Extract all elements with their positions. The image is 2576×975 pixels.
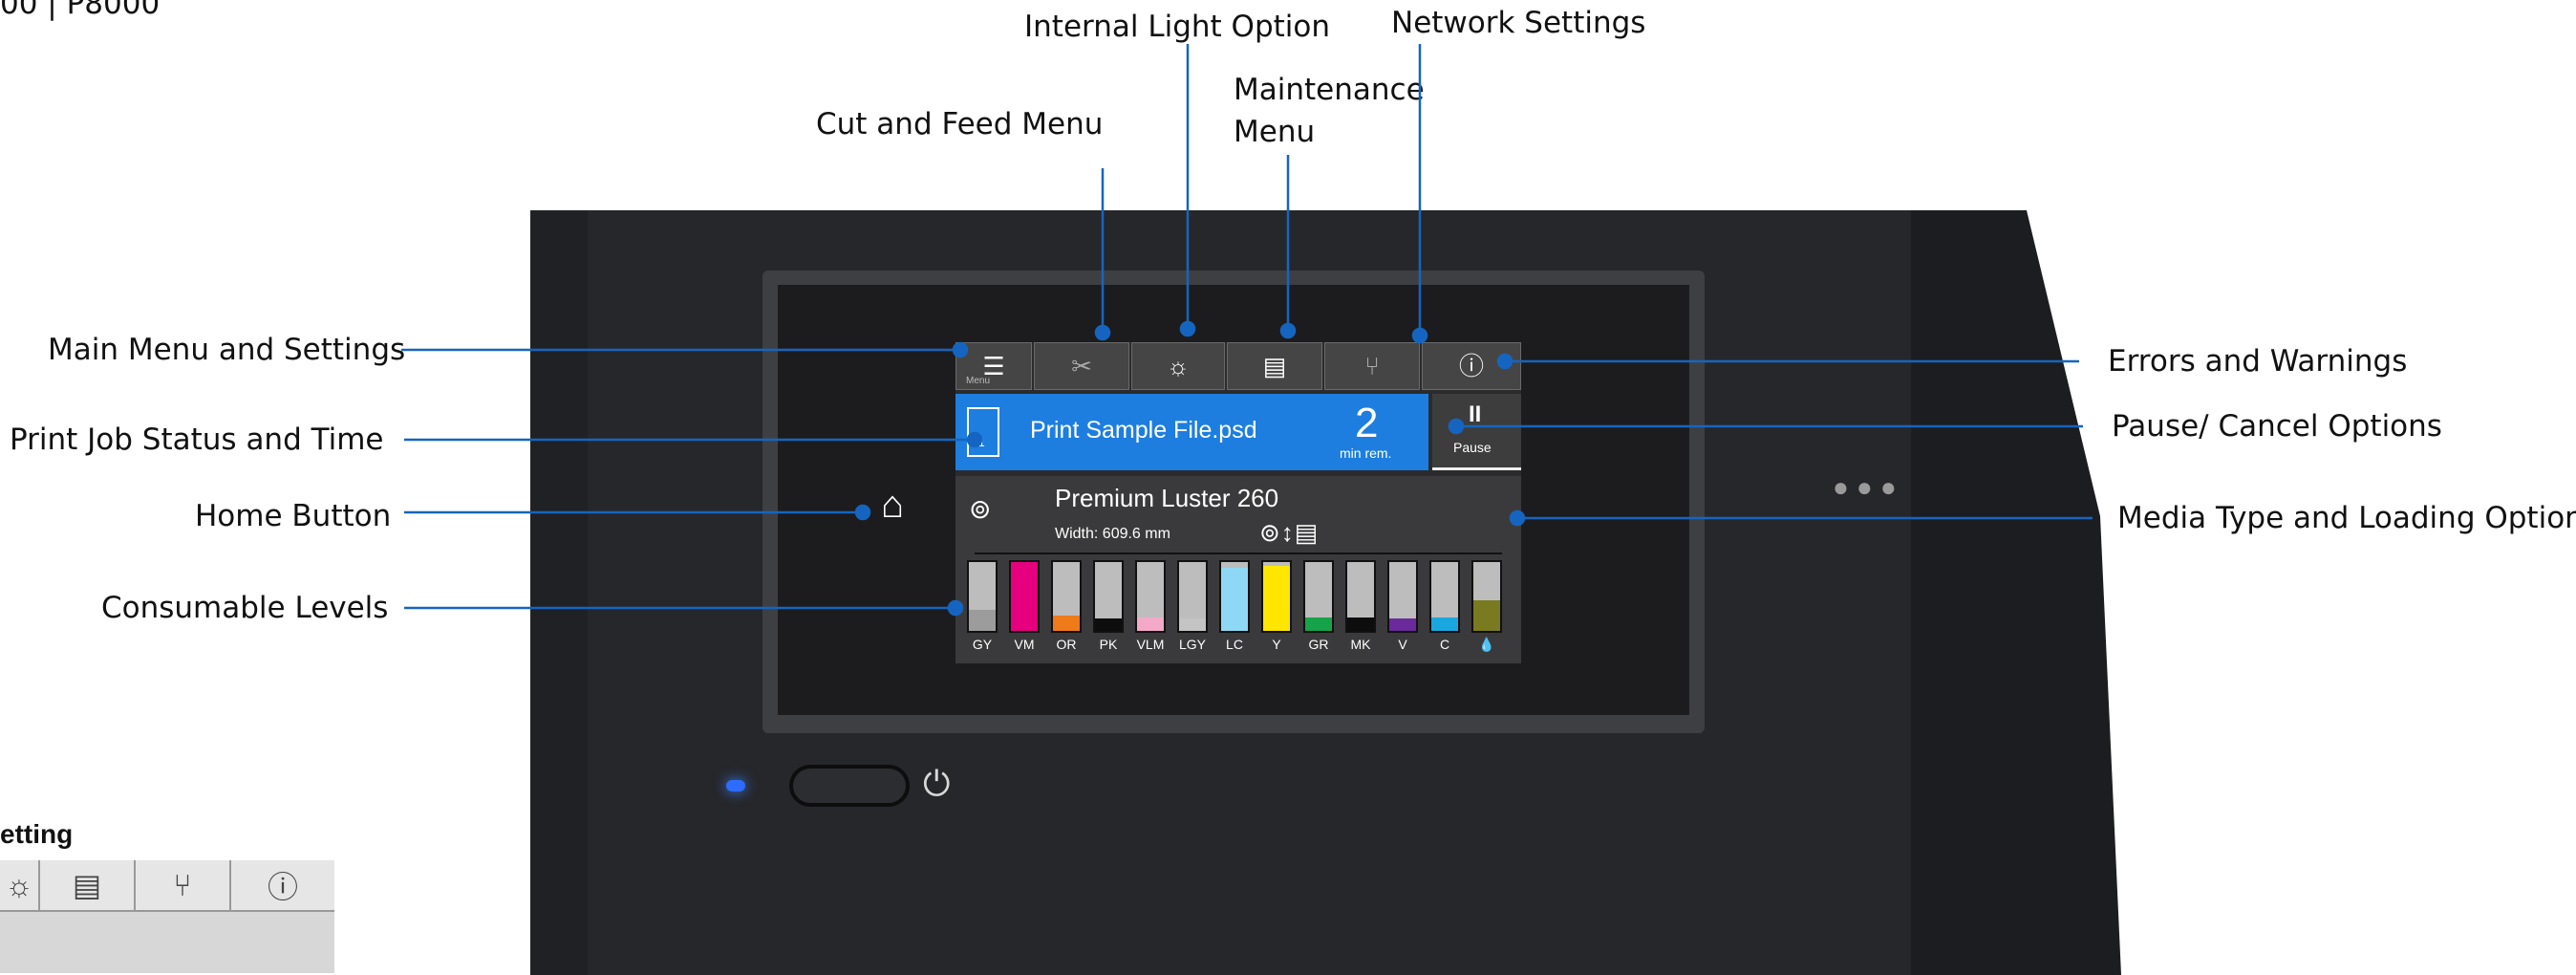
media-width: Width: 609.6 mm — [1055, 526, 1170, 542]
ink-fill — [969, 610, 996, 631]
ink-tube — [1261, 560, 1292, 633]
speaker-dots: ●●● — [1833, 472, 1904, 502]
mini-toolbar: ☼ ▤ ⑂ ⓘ — [0, 860, 334, 912]
label-pause: Pause/ Cancel Options — [2112, 409, 2442, 444]
ink-fill — [1179, 618, 1206, 631]
label-maintenance-line1: Maintenance — [1234, 73, 1425, 107]
touch-screen: ☰ Menu ✂ ☼ ▤ ⑂ ⓘ 1 Print Sample File.psd… — [955, 342, 1521, 663]
mini-info-icon: ⓘ — [229, 860, 334, 910]
ink-label: Y — [1272, 637, 1281, 652]
ink-fill — [1053, 616, 1080, 631]
ink-tube — [1009, 560, 1040, 633]
job-file-name: Print Sample File.psd — [1030, 417, 1257, 444]
ink-fill — [1011, 562, 1038, 631]
ink-levels[interactable]: GY VM OR PK VLM LGY LC Y GR MK V C 💧 — [965, 560, 1515, 660]
home-icon[interactable]: ⌂ — [881, 486, 904, 524]
ink-label: 💧 — [1478, 637, 1495, 652]
corner-text: 00 | P8000 — [0, 0, 161, 21]
ink-label: LC — [1226, 637, 1243, 652]
print-job-status[interactable]: 1 Print Sample File.psd 2 min rem. — [955, 394, 1428, 470]
ink-fill — [1137, 617, 1164, 631]
ink-fill — [1095, 618, 1122, 631]
label-home: Home Button — [195, 499, 392, 533]
pause-icon: II — [1469, 401, 1482, 427]
mini-network-icon: ⑂ — [134, 860, 229, 910]
printer-edge — [530, 210, 588, 975]
file-icon: 1 — [967, 407, 999, 457]
ink-tube — [1303, 560, 1334, 633]
label-network-settings: Network Settings — [1391, 6, 1646, 40]
printer-side-panel — [1911, 210, 2121, 975]
ink-tube — [1471, 560, 1502, 633]
media-loading-icon: ⊚↕▤ — [1259, 518, 1320, 547]
ink-label: LGY — [1178, 637, 1206, 652]
label-main-menu: Main Menu and Settings — [48, 333, 406, 367]
ink-tube — [967, 560, 998, 633]
media-name: Premium Luster 260 — [1055, 484, 1279, 512]
ink-label: VLM — [1136, 637, 1165, 652]
setting-title: etting — [0, 819, 74, 849]
network-icon: ⑂ — [1364, 352, 1380, 380]
ink-tube — [1135, 560, 1166, 633]
ink-tube — [1093, 560, 1124, 633]
file-icon-number: 1 — [978, 436, 985, 449]
job-remaining: 2 — [1355, 400, 1379, 446]
info-icon: ⓘ — [1458, 352, 1484, 380]
power-button[interactable] — [789, 765, 910, 807]
media-panel[interactable]: ⊚ Premium Luster 260 Width: 609.6 mm ⊚↕▤… — [955, 476, 1521, 663]
label-errors: Errors and Warnings — [2108, 344, 2408, 379]
mini-light-icon: ☼ — [5, 867, 33, 902]
power-icon: ⏻ — [923, 764, 951, 803]
label-print-job: Print Job Status and Time — [10, 422, 384, 457]
network-button[interactable]: ⑂ — [1324, 342, 1420, 390]
media-divider — [975, 552, 1502, 554]
label-internal-light: Internal Light Option — [1024, 10, 1331, 44]
ink-label: V — [1398, 637, 1407, 652]
internal-light-button[interactable]: ☼ — [1131, 342, 1225, 390]
scissors-icon: ✂ — [1071, 352, 1092, 380]
ink-tube — [1051, 560, 1082, 633]
ink-tube — [1429, 560, 1460, 633]
pause-label: Pause — [1453, 440, 1492, 455]
ink-label: OR — [1056, 637, 1077, 652]
label-cut-feed: Cut and Feed Menu — [816, 107, 1104, 141]
ink-label: VM — [1014, 637, 1035, 652]
mini-panel: ☼ ▤ ⑂ ⓘ — [0, 860, 334, 973]
power-led — [726, 780, 745, 791]
ink-tube — [1345, 560, 1376, 633]
label-media: Media Type and Loading Options — [2117, 501, 2576, 535]
light-icon: ☼ — [1167, 352, 1190, 380]
mini-maintenance-icon: ▤ — [38, 860, 134, 910]
ink-label: MK — [1350, 637, 1371, 652]
paper-roll-icon: ⊚ — [969, 494, 992, 524]
ink-fill — [1305, 617, 1332, 631]
ink-label: GY — [972, 637, 993, 652]
ink-label: PK — [1099, 637, 1118, 652]
ink-label: GR — [1308, 637, 1329, 652]
ink-tube — [1387, 560, 1418, 633]
ink-tube — [1219, 560, 1250, 633]
maintenance-button[interactable]: ▤ — [1227, 342, 1322, 390]
cut-feed-button[interactable]: ✂ — [1034, 342, 1129, 390]
ink-fill — [1389, 618, 1416, 631]
ink-fill — [1347, 617, 1374, 631]
ink-fill — [1263, 565, 1290, 631]
ink-fill — [1473, 599, 1500, 631]
label-maintenance-line2: Menu — [1234, 115, 1316, 149]
label-consumables: Consumable Levels — [101, 591, 389, 625]
ink-fill — [1221, 567, 1248, 631]
info-button[interactable]: ⓘ — [1422, 342, 1521, 390]
job-remaining-unit: min rem. — [1340, 445, 1392, 461]
ink-fill — [1431, 617, 1458, 631]
pause-button[interactable]: II Pause — [1432, 394, 1521, 470]
menu-button[interactable]: ☰ Menu — [955, 342, 1032, 390]
maintenance-icon: ▤ — [1262, 352, 1287, 380]
ink-tube — [1177, 560, 1208, 633]
ink-label: C — [1439, 637, 1450, 652]
menu-caption: Menu — [966, 376, 991, 386]
